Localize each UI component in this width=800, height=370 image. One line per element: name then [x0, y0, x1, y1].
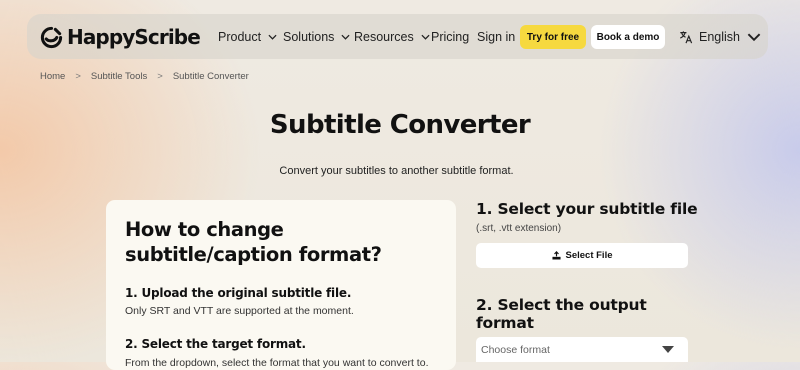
nav-resources-label: Resources — [354, 30, 414, 44]
select-file-button[interactable]: Select File — [476, 243, 688, 268]
breadcrumb-current: Subtitle Converter — [172, 71, 249, 82]
translate-icon — [680, 31, 693, 44]
format-dropdown-value: Choose format — [481, 343, 550, 356]
language-label: English — [699, 30, 740, 44]
breadcrumb-separator: > — [75, 71, 81, 82]
page-title: Subtitle Converter — [269, 110, 531, 140]
nav-sign-in[interactable]: Sign in — [477, 30, 515, 44]
file-extension-hint: (.srt, .vtt extension) — [476, 223, 562, 234]
howto-heading: How to change subtitle/caption format? — [125, 218, 382, 266]
nav-resources[interactable]: Resources — [354, 30, 430, 44]
nav-pricing[interactable]: Pricing — [431, 30, 469, 44]
upload-step-title: 1. Select your subtitle file — [476, 200, 698, 218]
howto-step1-text: Only SRT and VTT are supported at the mo… — [125, 305, 354, 317]
howto-step2-title: 2. Select the target format. — [125, 337, 306, 351]
chevron-down-icon — [341, 34, 350, 40]
brand-logo[interactable]: HappyScribe — [40, 25, 201, 49]
language-selector[interactable]: English — [679, 30, 767, 44]
nav-solutions[interactable]: Solutions — [283, 30, 350, 44]
chevron-down-icon — [747, 33, 761, 42]
select-file-label: Select File — [565, 250, 613, 261]
format-dropdown[interactable]: Choose format — [476, 337, 688, 362]
brand-name: HappyScribe — [67, 25, 201, 49]
howto-step1-title: 1. Upload the original subtitle file. — [125, 286, 352, 300]
try-for-free-button[interactable]: Try for free — [520, 25, 586, 49]
book-demo-button[interactable]: Book a demo — [591, 25, 665, 49]
output-format-step-title: 2. Select the output format — [476, 296, 647, 332]
caret-down-icon — [662, 346, 674, 353]
breadcrumb-home[interactable]: Home — [40, 71, 65, 82]
nav-solutions-label: Solutions — [283, 30, 335, 44]
nav-product-label: Product — [218, 30, 262, 44]
upload-icon — [551, 251, 561, 260]
howto-step2-text: From the dropdown, select the format tha… — [125, 357, 429, 369]
top-navigation: HappyScribe Product Solutions Resources … — [27, 14, 768, 59]
breadcrumb-separator: > — [157, 71, 163, 82]
breadcrumb: Home > Subtitle Tools > Subtitle Convert… — [40, 71, 249, 82]
happyscribe-logo-icon — [40, 26, 63, 48]
howto-card: How to change subtitle/caption format? 1… — [106, 200, 456, 370]
page-subtitle: Convert your subtitles to another subtit… — [279, 165, 514, 177]
breadcrumb-subtitle-tools[interactable]: Subtitle Tools — [91, 71, 147, 82]
nav-product[interactable]: Product — [218, 30, 277, 44]
chevron-down-icon — [268, 34, 277, 40]
chevron-down-icon — [421, 34, 430, 40]
